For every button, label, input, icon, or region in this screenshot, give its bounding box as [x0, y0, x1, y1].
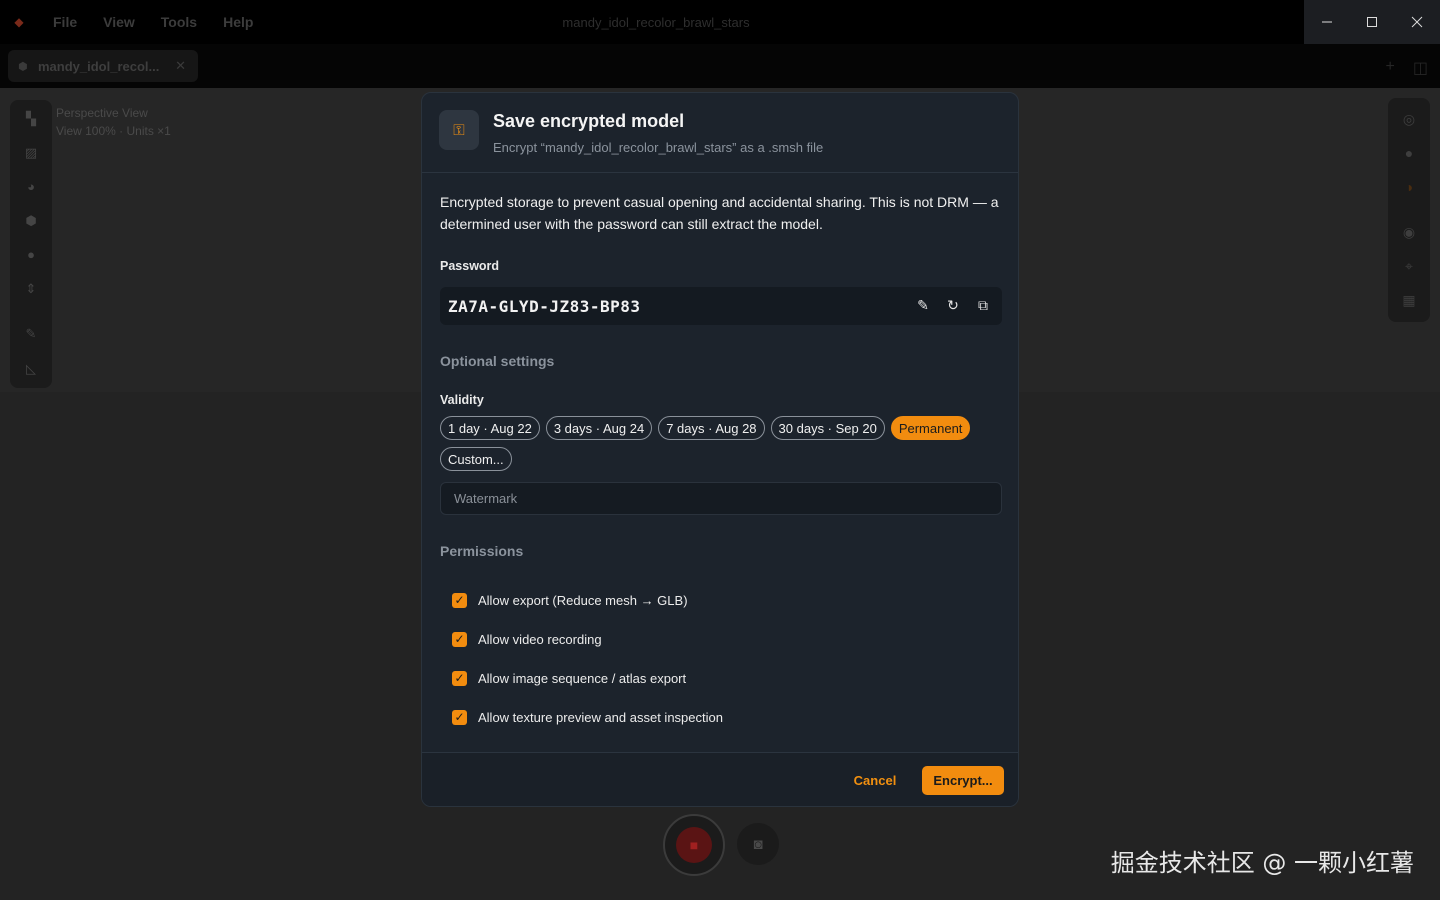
validity-label: Validity [440, 393, 484, 407]
permission-row[interactable]: ✓ Allow video recording [452, 630, 602, 648]
permission-label: Allow video recording [478, 631, 602, 647]
view-name: Perspective View [56, 106, 148, 120]
checkbox-checked[interactable]: ✓ [452, 670, 467, 686]
password-field[interactable]: ZA7A-GLYD-JZ83-BP83 ✎ ↻ ⧉ [440, 287, 1002, 325]
overlay-watermark: 掘金技术社区 @ 一颗小红薯 [1110, 849, 1414, 877]
focus-icon[interactable]: ⌖ [1400, 257, 1418, 275]
tab-close-icon[interactable]: ✕ [175, 58, 186, 74]
validity-chip[interactable]: 7 days · Aug 28 [658, 416, 765, 440]
edit-password-icon[interactable]: ✎ [914, 296, 932, 314]
menu-help[interactable]: Help [210, 14, 266, 30]
permission-label: Allow image sequence / atlas export [478, 670, 687, 686]
dialog-footer: Cancel Encrypt... [422, 752, 1018, 806]
contrast-icon[interactable]: ◑ [1400, 178, 1418, 196]
new-tab-icon[interactable]: + [1386, 58, 1395, 78]
checkbox-checked[interactable]: ✓ [452, 592, 467, 608]
right-toolbar: ◎ ● ◑ ◉ ⌖ ▦ [1388, 98, 1430, 322]
encrypt-dialog: ⚿ Save encrypted model Encrypt “mandy_id… [421, 92, 1019, 807]
maximize-button[interactable] [1349, 0, 1394, 44]
validity-chip[interactable]: 1 day · Aug 22 [440, 416, 540, 440]
left-toolbar: ▚ ▨ ◕ ⬢ ● ⇕ ✎ ◺ [10, 100, 52, 388]
cancel-button[interactable]: Cancel [847, 766, 903, 794]
ruler-icon[interactable]: ◺ [23, 361, 39, 377]
minimize-button[interactable] [1304, 0, 1349, 44]
brush-icon[interactable]: ✎ [23, 326, 39, 342]
record-button[interactable]: ■ [663, 814, 725, 876]
minimize-icon [1321, 21, 1332, 23]
camera-icon: ◙ [753, 835, 763, 853]
password-label: Password [440, 259, 500, 273]
regenerate-icon[interactable]: ↻ [944, 296, 962, 314]
encrypt-button[interactable]: Encrypt... [922, 766, 1004, 795]
permission-row[interactable]: ✓ Allow export (Reduce mesh → GLB) [452, 591, 688, 609]
app-logo-icon: ◆ [14, 15, 24, 29]
screenshot-button[interactable]: ◙ [737, 823, 779, 865]
title-bar: ◆ File View Tools Help mandy_idol_recolo… [0, 0, 1440, 44]
permissions-title: Permissions [440, 543, 524, 559]
dialog-header: ⚿ Save encrypted model Encrypt “mandy_id… [422, 93, 1018, 173]
watermark-input[interactable] [440, 482, 1002, 515]
layout-icon[interactable]: ▚ [23, 111, 39, 127]
checkbox-checked[interactable]: ✓ [452, 631, 467, 647]
split-view-icon[interactable]: ◫ [1413, 58, 1428, 78]
document-tab-label: mandy_idol_recol... [38, 58, 160, 74]
document-tab[interactable]: ⬢ mandy_idol_recol... ✕ [8, 50, 198, 82]
wireframe-icon[interactable]: ▨ [23, 145, 39, 161]
dialog-subtitle: Encrypt “mandy_idol_recolor_brawl_stars”… [493, 140, 824, 155]
validity-chip-custom[interactable]: Custom... [440, 447, 512, 471]
close-window-button[interactable] [1394, 0, 1439, 44]
permission-row[interactable]: ✓ Allow texture preview and asset inspec… [452, 708, 723, 726]
validity-chip[interactable]: 30 days · Sep 20 [770, 416, 885, 440]
password-value[interactable]: ZA7A-GLYD-JZ83-BP83 [448, 297, 641, 316]
key-icon: ⚿ [439, 110, 479, 150]
copy-icon[interactable]: ⧉ [974, 296, 992, 314]
validity-chip-selected[interactable]: Permanent [890, 416, 971, 440]
menu-view[interactable]: View [90, 14, 148, 30]
dialog-description: Encrypted storage to prevent casual open… [440, 194, 999, 232]
window-controls [1304, 0, 1440, 44]
tab-bar: ⬢ mandy_idol_recol... ✕ + ◫ [0, 44, 1440, 88]
record-icon[interactable]: ◉ [1400, 223, 1418, 241]
align-icon[interactable]: ⇕ [23, 281, 39, 297]
permission-label: Allow export (Reduce mesh → GLB) [478, 592, 688, 608]
close-icon [1411, 16, 1422, 28]
permission-row[interactable]: ✓ Allow image sequence / atlas export [452, 669, 686, 687]
cube-icon: ⬢ [18, 61, 28, 73]
tab-actions: + ◫ [1386, 58, 1428, 78]
globe-icon[interactable]: ◎ [1400, 110, 1418, 128]
view-stats: View 100% · Units ×1 [56, 124, 171, 138]
dialog-title: Save encrypted model [493, 111, 685, 131]
info-icon[interactable]: ● [23, 247, 39, 263]
palette-icon[interactable]: ◕ [23, 179, 39, 195]
grid-icon[interactable]: ▦ [1400, 291, 1418, 309]
sphere-icon[interactable]: ● [1400, 144, 1418, 162]
validity-chip[interactable]: 3 days · Aug 24 [545, 416, 653, 440]
menu-file[interactable]: File [40, 14, 90, 30]
maximize-icon [1366, 17, 1377, 27]
checkbox-checked[interactable]: ✓ [452, 709, 467, 725]
cube-icon[interactable]: ⬢ [23, 213, 39, 229]
video-camera-icon: ■ [676, 827, 712, 863]
view-info: Perspective View View 100% · Units ×1 [56, 104, 171, 140]
menu-tools[interactable]: Tools [148, 14, 210, 30]
permission-label: Allow texture preview and asset inspecti… [478, 709, 723, 725]
validity-options: 1 day · Aug 22 3 days · Aug 24 7 days · … [440, 416, 1002, 471]
optional-settings-title: Optional settings [440, 353, 555, 369]
